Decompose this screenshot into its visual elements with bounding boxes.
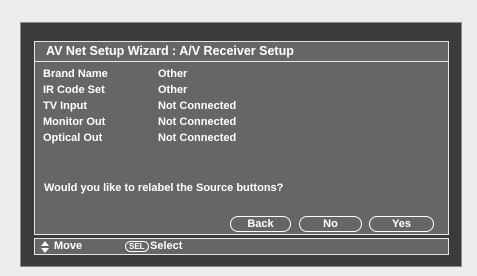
up-down-arrows-icon — [41, 241, 49, 253]
setting-row-optical-out: Optical Out Not Connected — [43, 130, 236, 146]
setting-row-monitor-out: Monitor Out Not Connected — [43, 114, 236, 130]
setting-label: Monitor Out — [43, 116, 106, 128]
no-button[interactable]: No — [299, 216, 362, 232]
setting-value: Other — [158, 84, 188, 96]
setting-label: TV Input — [43, 100, 87, 112]
tv-screen: AV Net Setup Wizard : A/V Receiver Setup… — [20, 22, 462, 267]
setting-value: Not Connected — [158, 132, 237, 144]
setting-label: IR Code Set — [43, 84, 105, 96]
setting-row-tv-input: TV Input Not Connected — [43, 98, 236, 114]
yes-button[interactable]: Yes — [369, 216, 434, 232]
back-button[interactable]: Back — [230, 216, 291, 232]
setting-label: Optical Out — [43, 132, 103, 144]
wizard-title: AV Net Setup Wizard : A/V Receiver Setup — [35, 42, 448, 62]
relabel-question: Would you like to relabel the Source but… — [44, 182, 284, 194]
move-label: Move — [54, 240, 83, 252]
select-label: Select — [150, 240, 183, 252]
setting-value: Not Connected — [158, 116, 237, 128]
settings-list: Brand Name Other IR Code Set Other TV Inpu… — [43, 66, 236, 146]
setting-label: Brand Name — [43, 68, 108, 80]
setting-value: Other — [158, 68, 188, 80]
setting-value: Not Connected — [158, 100, 237, 112]
setting-row-ir-code-set: IR Code Set Other — [43, 82, 236, 98]
help-bar: Move SEL Select — [34, 238, 449, 255]
sel-key-icon: SEL — [125, 241, 149, 252]
setting-row-brand-name: Brand Name Other — [43, 66, 236, 82]
wizard-panel: AV Net Setup Wizard : A/V Receiver Setup… — [34, 41, 449, 235]
